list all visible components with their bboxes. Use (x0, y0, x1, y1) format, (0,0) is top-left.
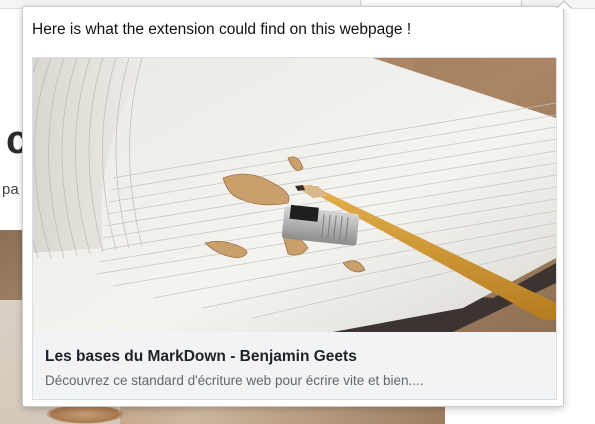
link-preview-card[interactable]: Les bases du MarkDown - Benjamin Geets D… (32, 57, 557, 400)
background-page-subtext: pa (2, 181, 19, 198)
link-preview-description: Découvrez ce standard d'écriture web pou… (45, 373, 424, 388)
link-preview-body[interactable]: Les bases du MarkDown - Benjamin Geets D… (33, 332, 556, 399)
browser-page: c pa Here is what the extension could fi… (0, 0, 595, 424)
popup-arrow-inner (557, 2, 571, 9)
notebook-with-pencil-photo[interactable] (33, 58, 556, 332)
link-preview-title[interactable]: Les bases du MarkDown - Benjamin Geets (45, 348, 357, 366)
background-page-image-shaving (45, 404, 125, 424)
popup-message: Here is what the extension could find on… (32, 21, 412, 38)
extension-popup: Here is what the extension could find on… (22, 0, 572, 407)
